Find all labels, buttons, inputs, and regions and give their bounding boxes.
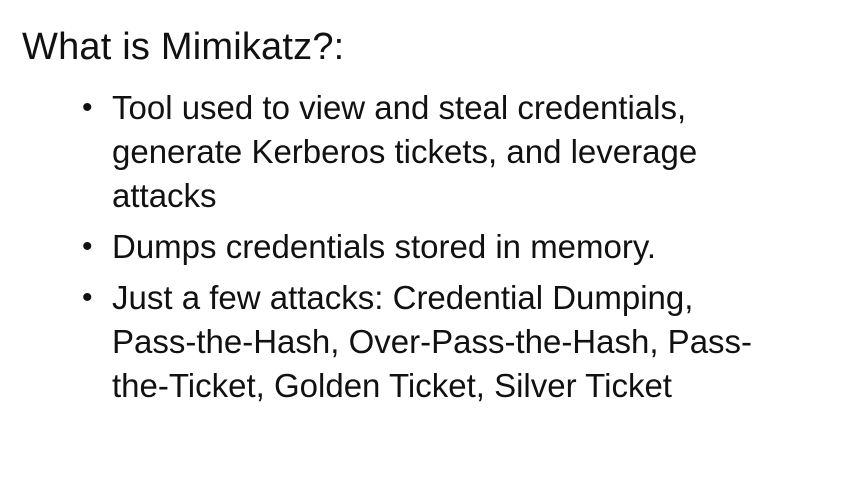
bullet-text-line: Pass-the-Hash, Over-Pass-the-Hash, Pass-: [112, 323, 753, 360]
slide: What is Mimikatz?: • Tool used to view a…: [0, 0, 844, 477]
slide-title: What is Mimikatz?:: [22, 26, 345, 68]
bullet-text-line: attacks: [112, 177, 217, 214]
bullet-item: • Just a few attacks: Credential Dumping…: [82, 276, 812, 408]
bullet-icon: •: [82, 281, 93, 314]
bullet-text-line: Tool used to view and steal credentials,: [112, 89, 687, 126]
bullet-item: • Tool used to view and steal credential…: [82, 86, 812, 218]
bullet-item: • Dumps credentials stored in memory.: [82, 225, 812, 269]
bullet-text-line: the-Ticket, Golden Ticket, Silver Ticket: [112, 367, 672, 404]
bullet-icon: •: [82, 230, 93, 263]
bullet-icon: •: [82, 91, 93, 124]
bullet-text-line: Dumps credentials stored in memory.: [112, 228, 657, 265]
bullet-text-line: generate Kerberos tickets, and leverage: [112, 133, 698, 170]
bullet-list: • Tool used to view and steal credential…: [82, 86, 812, 415]
bullet-text-line: Just a few attacks: Credential Dumping,: [112, 279, 694, 316]
